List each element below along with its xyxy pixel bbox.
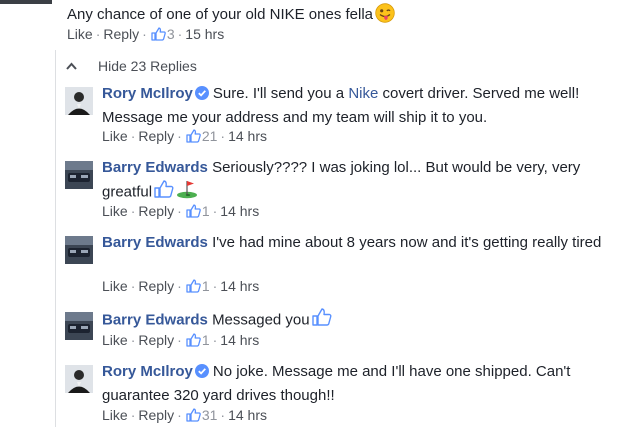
comment-text: Any chance of one of your old NIKE ones … xyxy=(67,5,374,23)
timestamp[interactable]: 14 hrs xyxy=(228,407,267,423)
author-name[interactable]: Rory McIlroy xyxy=(102,363,193,380)
like-count[interactable]: 3 xyxy=(167,26,175,42)
avatar[interactable] xyxy=(65,87,93,115)
golf-flag-icon xyxy=(176,179,198,206)
like-count[interactable]: 31 xyxy=(202,407,218,423)
verified-badge-icon xyxy=(194,363,209,385)
like-count-icon xyxy=(151,27,166,44)
reply-body: Barry Edwards Messaged you xyxy=(102,308,607,333)
reply-link[interactable]: Reply xyxy=(103,26,139,42)
reply-body: Barry Edwards I've had mine about 8 year… xyxy=(102,232,607,254)
reply-link[interactable]: Reply xyxy=(138,278,174,294)
like-count-icon xyxy=(186,333,201,350)
like-count-icon xyxy=(186,129,201,146)
like-count[interactable]: 21 xyxy=(202,128,218,144)
like-count[interactable]: 1 xyxy=(202,332,210,348)
like-link[interactable]: Like xyxy=(67,26,93,42)
like-count[interactable]: 1 xyxy=(202,278,210,294)
reply-actions: Like · Reply · 1 · 14 hrs xyxy=(102,332,260,350)
avatar[interactable] xyxy=(65,312,93,340)
timestamp[interactable]: 14 hrs xyxy=(220,278,259,294)
timestamp[interactable]: 15 hrs xyxy=(185,26,224,42)
reply-actions: Like · Reply · 1 · 14 hrs xyxy=(102,203,260,221)
like-link[interactable]: Like xyxy=(102,407,128,423)
timestamp[interactable]: 14 hrs xyxy=(228,128,267,144)
avatar[interactable] xyxy=(65,365,93,393)
reply-link[interactable]: Reply xyxy=(138,203,174,219)
reply-actions: Like · Reply · 31 · 14 hrs xyxy=(102,407,267,425)
reply-link[interactable]: Reply xyxy=(138,128,174,144)
like-link[interactable]: Like xyxy=(102,128,128,144)
thumbs-up-icon xyxy=(154,180,174,205)
like-link[interactable]: Like xyxy=(102,332,128,348)
comment-text: Messaged you xyxy=(212,311,310,329)
previous-comment-avatar-edge xyxy=(0,0,52,4)
tongue-wink-emoji-icon xyxy=(375,3,395,27)
top-comment-text: Any chance of one of your old NIKE ones … xyxy=(67,3,395,27)
author-name[interactable]: Barry Edwards xyxy=(102,234,208,251)
timestamp[interactable]: 14 hrs xyxy=(220,332,259,348)
like-count-icon xyxy=(186,204,201,221)
like-link[interactable]: Like xyxy=(102,278,128,294)
chevron-up-icon xyxy=(66,57,77,73)
author-name[interactable]: Barry Edwards xyxy=(102,159,208,176)
thread-line xyxy=(55,50,56,427)
hide-replies-label: Hide 23 Replies xyxy=(98,58,197,74)
avatar[interactable] xyxy=(65,236,93,264)
like-count[interactable]: 1 xyxy=(202,203,210,219)
author-name[interactable]: Rory McIlroy xyxy=(102,85,193,102)
like-link[interactable]: Like xyxy=(102,203,128,219)
comment-text: Sure. I'll send you a xyxy=(212,85,349,102)
reply-actions: Like · Reply · 1 · 14 hrs xyxy=(102,278,260,296)
comment-text: I've had mine about 8 years now and it's… xyxy=(212,234,602,251)
reply-link[interactable]: Reply xyxy=(138,407,174,423)
timestamp[interactable]: 14 hrs xyxy=(220,203,259,219)
like-count-icon xyxy=(186,279,201,296)
reply-link[interactable]: Reply xyxy=(138,332,174,348)
top-comment-actions: Like · Reply · 3 · 15 hrs xyxy=(67,26,225,44)
avatar[interactable] xyxy=(65,161,93,189)
author-name[interactable]: Barry Edwards xyxy=(102,311,208,328)
like-count-icon xyxy=(186,408,201,425)
verified-badge-icon xyxy=(194,85,209,107)
reply-body: Barry Edwards Seriously???? I was joking… xyxy=(102,157,607,206)
reply-body: Rory McIlroy Sure. I'll send you a Nike c… xyxy=(102,83,607,129)
nike-page-link[interactable]: Nike xyxy=(348,85,378,102)
thumbs-up-icon xyxy=(311,308,332,333)
reply-body: Rory McIlroy No joke. Message me and I'll… xyxy=(102,361,607,407)
hide-replies-toggle[interactable]: Hide 23 Replies xyxy=(66,57,197,74)
reply-actions: Like · Reply · 21 · 14 hrs xyxy=(102,128,267,146)
